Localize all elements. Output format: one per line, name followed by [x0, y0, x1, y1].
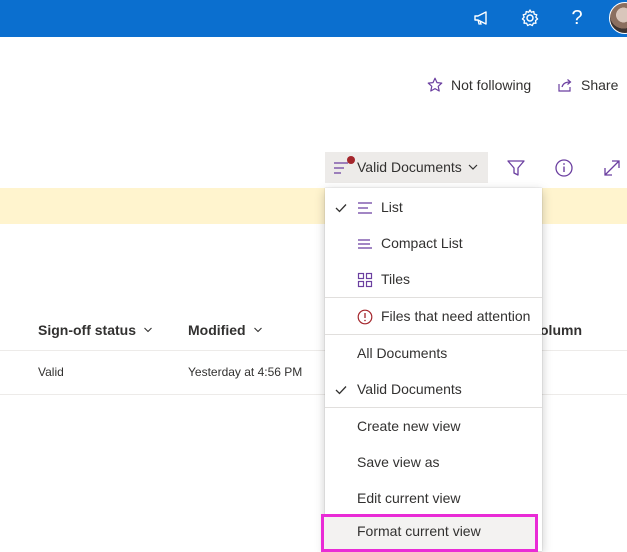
follow-label: Not following: [451, 77, 532, 93]
chevron-down-icon: [253, 327, 262, 333]
menu-item-valid-documents-label: Valid Documents: [357, 381, 462, 397]
menu-item-all-documents[interactable]: All Documents: [325, 336, 542, 372]
share-button[interactable]: Share: [557, 77, 618, 93]
view-selector-label: Valid Documents: [357, 159, 462, 175]
menu-item-tiles-label: Tiles: [381, 271, 411, 287]
menu-item-list[interactable]: List: [325, 190, 542, 226]
alert-circle-icon: [357, 309, 373, 325]
checkmark-icon: [335, 386, 347, 395]
menu-item-edit-view-label: Edit current view: [357, 490, 461, 506]
compact-list-icon: [358, 239, 372, 249]
view-selector-button[interactable]: Valid Documents: [325, 152, 488, 183]
menu-item-save-view-as[interactable]: Save view as: [325, 445, 542, 481]
avatar[interactable]: [609, 2, 627, 34]
share-icon: [558, 79, 572, 92]
menu-item-format-view[interactable]: Format current view: [321, 514, 538, 552]
cell-modified: Yesterday at 4:56 PM: [188, 365, 303, 379]
share-label: Share: [581, 77, 619, 93]
list-icon: [358, 202, 372, 214]
menu-divider: [325, 407, 542, 408]
menu-item-format-view-label: Format current view: [357, 523, 481, 539]
gear-icon[interactable]: [516, 4, 544, 32]
info-icon[interactable]: [553, 157, 575, 179]
star-icon: [427, 77, 443, 92]
follow-button[interactable]: Not following: [427, 77, 531, 93]
menu-item-compact-list-label: Compact List: [381, 235, 463, 251]
menu-item-files-attention-label: Files that need attention: [381, 308, 531, 324]
cell-signoff: Valid: [38, 365, 64, 379]
help-glyph: ?: [571, 7, 583, 29]
menu-item-list-label: List: [381, 199, 403, 215]
menu-divider: [325, 297, 542, 298]
column-header-signoff[interactable]: Sign-off status: [38, 322, 153, 338]
checkmark-icon: [335, 204, 347, 213]
menu-item-all-documents-label: All Documents: [357, 345, 448, 361]
filter-icon[interactable]: [505, 157, 527, 179]
view-options-menu: List Compact List Tiles Files that need …: [321, 188, 542, 552]
alert-dot: [347, 156, 355, 164]
help-icon[interactable]: ?: [563, 4, 591, 32]
view-lines-icon: [334, 162, 348, 174]
tiles-icon: [357, 272, 373, 288]
menu-item-tiles[interactable]: Tiles: [325, 262, 542, 298]
menu-item-files-attention[interactable]: Files that need attention: [325, 299, 542, 335]
chevron-down-icon: [144, 327, 152, 333]
menu-item-create-view-label: Create new view: [357, 418, 461, 434]
column-header-add-label: olumn: [540, 322, 582, 338]
column-header-modified[interactable]: Modified: [188, 322, 263, 338]
column-header-modified-label: Modified: [188, 322, 246, 338]
menu-item-create-view[interactable]: Create new view: [325, 409, 542, 445]
chevron-down-icon: [468, 164, 478, 170]
menu-item-edit-view[interactable]: Edit current view: [325, 481, 542, 517]
menu-item-valid-documents[interactable]: Valid Documents: [325, 372, 542, 408]
menu-divider: [325, 334, 542, 335]
megaphone-icon[interactable]: [468, 4, 496, 32]
suite-bar: ?: [0, 0, 627, 37]
menu-item-save-view-as-label: Save view as: [357, 454, 440, 470]
menu-item-compact-list[interactable]: Compact List: [325, 226, 542, 262]
expand-icon[interactable]: [601, 157, 623, 179]
column-header-add[interactable]: olumn: [540, 322, 582, 338]
column-header-signoff-label: Sign-off status: [38, 322, 136, 338]
